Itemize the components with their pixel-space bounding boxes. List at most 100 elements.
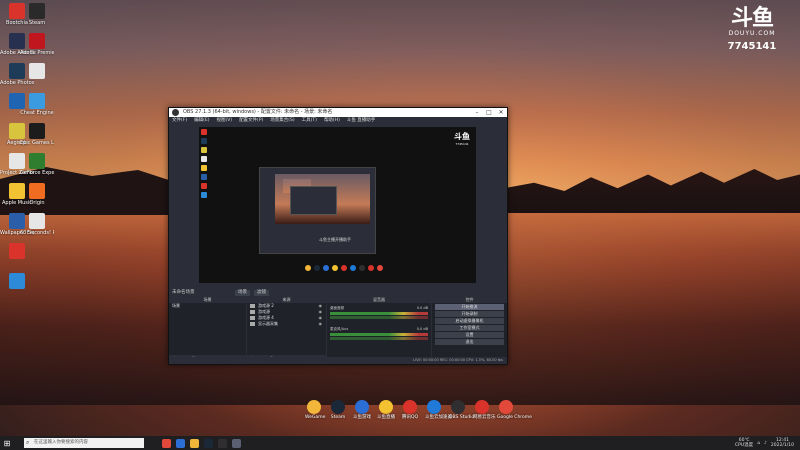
app-icon bbox=[307, 400, 321, 414]
sources-dock: 来源 游戏源 2◉游戏源◉游戏源 4◉显示器采集◉ + − ⚙ ∧ ∨ bbox=[247, 297, 326, 363]
menu-item[interactable]: 斗鱼 直播助手 bbox=[347, 117, 375, 125]
douyu-site: DOUYU.COM bbox=[728, 30, 776, 37]
app-icon bbox=[451, 400, 465, 414]
cpu-temp[interactable]: 60℃ CPU温度 bbox=[735, 438, 753, 448]
obs-statusbar: LIVE: 00:00:00 REC: 00:00:00 CPU: 1.5%, … bbox=[169, 357, 507, 364]
taskbar-apps bbox=[162, 438, 241, 448]
eye-icon[interactable]: ◉ bbox=[319, 321, 323, 327]
obs-window[interactable]: OBS 27.1.3 (64-bit, windows) - 配置文件: 未命名… bbox=[168, 107, 508, 365]
desktop-icon-label: Adobe Photoshop bbox=[0, 80, 34, 86]
control-button[interactable]: 开始录制 bbox=[435, 311, 504, 317]
desktop-icon[interactable]: Adobe Premiere Pro bbox=[20, 33, 54, 56]
obs-preview[interactable]: 斗鱼 7745141 斗鱼主播开播助手 bbox=[199, 127, 476, 283]
taskbar-app-icon[interactable] bbox=[162, 438, 171, 448]
scene-bar: 未命名场景 场景 滤镜 bbox=[169, 289, 507, 297]
app-icon bbox=[475, 400, 489, 414]
launcher-label: 网易云音乐 bbox=[473, 415, 496, 420]
desktop-icon[interactable]: Origin bbox=[20, 183, 54, 206]
launcher-item[interactable]: 腾讯QQ bbox=[401, 400, 419, 420]
desktop-icon[interactable]: 60 Seconds! Reatomized bbox=[20, 213, 54, 236]
source-item[interactable]: 显示器采集 ◉ bbox=[247, 321, 326, 327]
minimize-icon[interactable]: – bbox=[471, 108, 483, 117]
control-button[interactable]: 设置 bbox=[435, 332, 504, 338]
mixer-track-mic[interactable]: 麦克风/Aux 0.0 dB bbox=[330, 327, 428, 340]
taskbar-app-icon[interactable] bbox=[190, 438, 199, 448]
app-icon bbox=[29, 93, 45, 109]
launcher-item[interactable]: 斗鱼直播 bbox=[377, 400, 395, 420]
menu-item[interactable]: 帮助(H) bbox=[324, 117, 340, 125]
desktop-icon[interactable] bbox=[20, 63, 54, 80]
launcher-item[interactable]: Steam bbox=[329, 400, 347, 420]
launcher-item[interactable]: Google Chrome bbox=[497, 400, 532, 420]
control-button[interactable]: 工作室模式 bbox=[435, 325, 504, 331]
windows-start-icon[interactable]: ⊞ bbox=[0, 436, 14, 450]
control-button[interactable]: 启动虚拟摄像机 bbox=[435, 318, 504, 324]
app-icon bbox=[29, 33, 45, 49]
app-icon bbox=[355, 400, 369, 414]
desktop-icon-label: GeForce Experience bbox=[20, 170, 54, 176]
room-id: 7745141 bbox=[727, 41, 777, 52]
menu-item[interactable]: 编辑(E) bbox=[194, 117, 209, 125]
taskbar-search-input[interactable]: 在这里输入你要搜索的内容 bbox=[24, 438, 144, 448]
window-controls: – □ ✕ bbox=[471, 108, 507, 117]
taskbar-app-icon[interactable] bbox=[176, 438, 185, 448]
network-icon[interactable]: ⌂ bbox=[757, 441, 760, 446]
menu-item[interactable]: 工具(T) bbox=[302, 117, 317, 125]
menu-item[interactable]: 配置文件(P) bbox=[239, 117, 263, 125]
obs-docks: 场景 场景 + − ⚙ ∧ ∨ 来源 游戏源 2◉游戏源◉游戏源 4◉显示器采集… bbox=[169, 297, 507, 363]
desktop-icon-label: Origin bbox=[29, 200, 45, 206]
clock[interactable]: 12:41 2022/1/10 bbox=[771, 438, 794, 448]
mixer-header: 混音器 bbox=[327, 297, 431, 303]
desktop-icon-label: Cheat Engine bbox=[20, 110, 54, 116]
app-icon bbox=[29, 123, 45, 139]
taskbar-app-icon[interactable] bbox=[218, 438, 227, 448]
app-icon bbox=[9, 273, 25, 289]
mixer-dock: 混音器 桌面音频 0.0 dB 麦克风/Aux 0.0 dB bbox=[327, 297, 431, 363]
taskbar-app-icon[interactable] bbox=[204, 438, 213, 448]
app-icon bbox=[9, 243, 25, 259]
scene-tab-button[interactable]: 场景 bbox=[235, 290, 250, 296]
desktop-icon[interactable] bbox=[0, 273, 34, 290]
launcher-item[interactable]: 斗鱼云加速器 bbox=[425, 400, 452, 420]
desktop-icon[interactable]: GeForce Experience bbox=[20, 153, 54, 176]
launcher-item[interactable]: 网易云音乐 bbox=[473, 400, 496, 420]
launcher-item[interactable]: WeGame bbox=[305, 400, 325, 420]
app-icon bbox=[29, 3, 45, 19]
desktop-icon[interactable]: Steam bbox=[20, 3, 54, 26]
app-icon bbox=[29, 63, 45, 79]
desktop-icon[interactable]: Epic Games Launcher bbox=[20, 123, 54, 146]
filter-tab-button[interactable]: 滤镜 bbox=[254, 290, 269, 296]
app-icon bbox=[331, 400, 345, 414]
launcher-item[interactable]: 斗鱼游戏 bbox=[353, 400, 371, 420]
desktop-icon[interactable] bbox=[0, 243, 34, 260]
preview-watermark: 斗鱼 7745141 bbox=[454, 132, 470, 146]
mixer-track-desktop[interactable]: 桌面音频 0.0 dB bbox=[330, 306, 428, 319]
menu-item[interactable]: 场景集合(S) bbox=[270, 117, 294, 125]
scene-item[interactable]: 场景 bbox=[169, 303, 246, 309]
obs-titlebar[interactable]: OBS 27.1.3 (64-bit, windows) - 配置文件: 未命名… bbox=[169, 108, 507, 117]
menu-item[interactable]: 文件(F) bbox=[172, 117, 187, 125]
controls-header: 控件 bbox=[432, 297, 507, 303]
app-icon bbox=[379, 400, 393, 414]
maximize-icon[interactable]: □ bbox=[483, 108, 495, 117]
scenes-dock: 场景 场景 + − ⚙ ∧ ∨ bbox=[169, 297, 246, 363]
monitor-icon bbox=[250, 310, 255, 314]
obs-app-icon bbox=[172, 109, 179, 116]
close-icon[interactable]: ✕ bbox=[495, 108, 507, 117]
obs-title: OBS 27.1.3 (64-bit, windows) - 配置文件: 未命名… bbox=[183, 109, 333, 115]
app-icon bbox=[427, 400, 441, 414]
douyu-logo: 斗鱼 bbox=[730, 6, 774, 31]
volume-icon[interactable]: ♪ bbox=[764, 441, 767, 446]
app-icon bbox=[29, 213, 45, 229]
control-button[interactable]: 开始推流 bbox=[435, 304, 504, 310]
control-button[interactable]: 退出 bbox=[435, 339, 504, 345]
taskbar-app-icon[interactable] bbox=[232, 438, 241, 448]
menu-item[interactable]: 视图(V) bbox=[216, 117, 232, 125]
launcher-item[interactable]: OBS Studio bbox=[449, 400, 474, 420]
monitor-icon bbox=[250, 316, 255, 320]
desktop-icon[interactable]: Cheat Engine bbox=[20, 93, 54, 116]
app-icon bbox=[29, 183, 45, 199]
launcher-label: 斗鱼游戏 bbox=[353, 415, 371, 420]
desktop-icon-label: Adobe Premiere Pro bbox=[20, 50, 54, 56]
taskbar: ⊞ 在这里输入你要搜索的内容 60℃CPU温度 ⌂ ♪ 12:412022/1/… bbox=[0, 436, 800, 450]
